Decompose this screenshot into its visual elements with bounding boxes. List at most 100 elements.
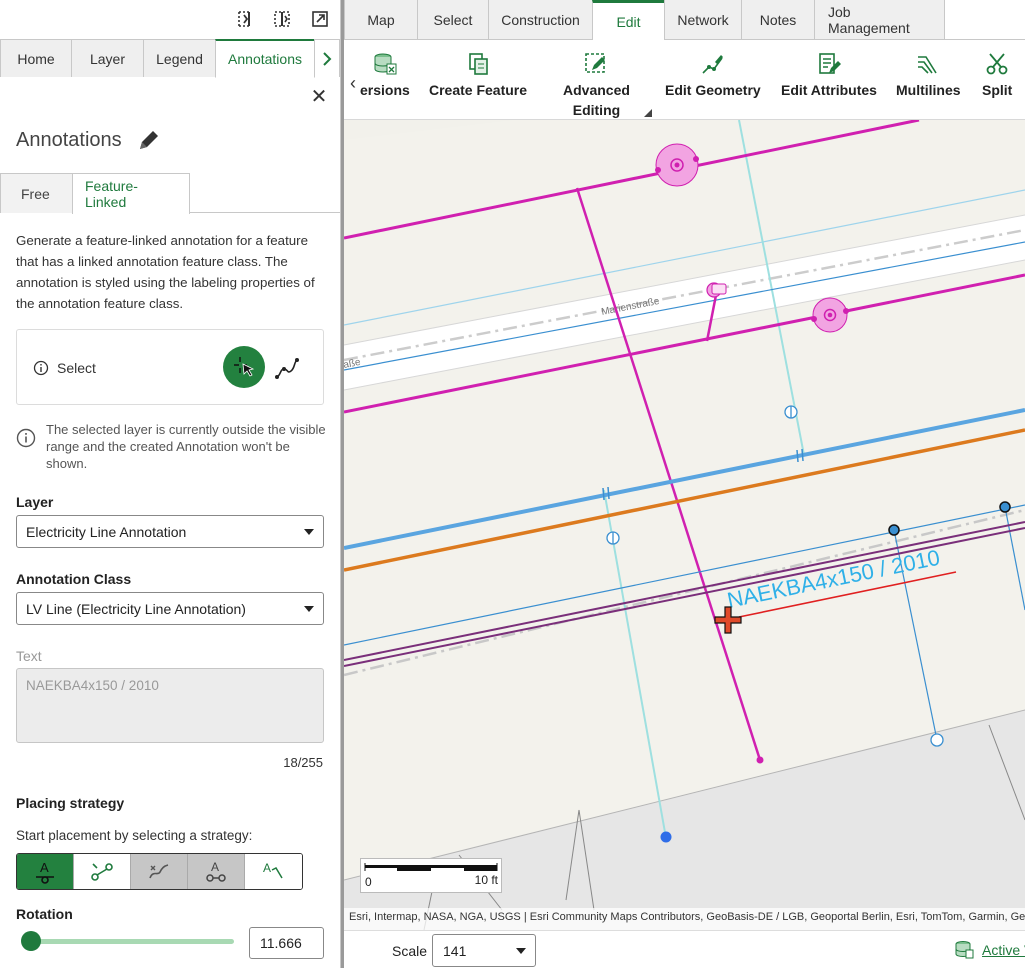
select-label: Select — [33, 360, 96, 376]
annotation-class-select[interactable]: LV Line (Electricity Line Annotation) — [16, 592, 324, 625]
multilines-button[interactable]: Multilines — [896, 50, 961, 100]
strategy-leader-button[interactable]: A — [245, 854, 302, 889]
follow-feature-icon: A — [206, 860, 226, 882]
status-bar: Scale 141 Active V — [344, 930, 1025, 968]
edit-geometry-label: Edit Geometry — [665, 82, 761, 98]
tab-label: Annotations — [228, 51, 302, 67]
edit-attributes-icon — [815, 50, 843, 78]
meter-symbol[interactable] — [930, 733, 944, 747]
scale-value: 141 — [443, 942, 467, 959]
layer-select[interactable]: Electricity Line Annotation — [16, 515, 324, 548]
tab-notes[interactable]: Notes — [741, 0, 815, 40]
pop-out-icon[interactable] — [308, 8, 332, 30]
tab-label: Layer — [89, 50, 126, 67]
svg-text:A: A — [263, 861, 271, 875]
tab-label: Job Management — [828, 3, 910, 36]
select-feature-button[interactable] — [223, 346, 265, 388]
tab-layer[interactable]: Layer — [71, 39, 144, 77]
scale-bar-start: 0 — [365, 875, 372, 889]
curved-text-icon — [149, 863, 169, 878]
text-on-point-icon: A — [36, 860, 54, 884]
strategy-two-point-button[interactable] — [74, 854, 131, 889]
tab-map[interactable]: Map — [344, 0, 418, 40]
warning-text: The selected layer is currently outside … — [46, 422, 326, 471]
annotation-mode-tabs: Free Feature-Linked — [0, 173, 341, 214]
tab-label: Network — [677, 11, 729, 28]
rotation-input[interactable]: 11.666 — [249, 927, 324, 959]
strategy-follow-button[interactable]: A — [188, 854, 245, 889]
tabs-next-button[interactable] — [314, 39, 340, 77]
trace-button[interactable] — [273, 354, 301, 382]
tab-label: Legend — [156, 50, 203, 67]
tab-free[interactable]: Free — [0, 173, 73, 213]
map-view[interactable]: Marienstraße aße NAEKBA4x150 / 2010 — [344, 120, 1025, 930]
split-label: Split — [982, 82, 1013, 98]
advanced-editing-label-1: Advanced — [563, 82, 630, 98]
rotation-slider-track[interactable] — [30, 939, 234, 944]
tab-home[interactable]: Home — [0, 39, 72, 77]
annotation-text-field[interactable]: NAEKBA4x150 / 2010 — [16, 668, 324, 743]
split-button[interactable]: Split — [982, 50, 1012, 100]
versions-label: ersions — [360, 82, 410, 98]
tab-legend[interactable]: Legend — [143, 39, 216, 77]
info-icon — [16, 428, 36, 448]
service-point[interactable] — [999, 501, 1011, 513]
scale-label: Scale — [392, 943, 428, 959]
pencil-icon[interactable] — [136, 127, 162, 153]
main-tabs: Map Select Construction Edit Network Not… — [344, 0, 1025, 41]
rotation-slider-thumb[interactable] — [21, 931, 41, 951]
ribbon-scroll-left-icon[interactable]: ‹ — [350, 73, 356, 94]
tab-feature-linked[interactable]: Feature-Linked — [72, 173, 190, 214]
annotation-class-label: Annotation Class — [16, 571, 132, 587]
service-point[interactable] — [888, 524, 900, 536]
dock-left-icon[interactable] — [232, 8, 256, 30]
strategy-curved-button[interactable] — [131, 854, 188, 889]
dialog-launcher-icon[interactable] — [643, 108, 653, 118]
active-version-link[interactable]: Active V — [954, 940, 1025, 960]
edit-attributes-button[interactable]: Edit Attributes — [781, 50, 877, 100]
two-point-icon — [91, 862, 113, 881]
layer-label: Layer — [16, 494, 54, 510]
tab-construction[interactable]: Construction — [488, 0, 593, 40]
tab-label: Notes — [759, 11, 797, 28]
description-text: Generate a feature-linked annotation for… — [16, 233, 315, 311]
substation-symbol[interactable] — [655, 143, 699, 187]
scissors-icon — [983, 50, 1011, 78]
multilines-icon — [914, 50, 942, 78]
map-attribution: Esri, Intermap, NASA, NGA, USGS | Esri C… — [344, 908, 1025, 930]
database-version-icon — [955, 941, 974, 959]
svg-text:A: A — [40, 860, 49, 875]
tab-label: Edit — [616, 13, 641, 30]
rotation-label: Rotation — [16, 906, 73, 922]
versions-button[interactable]: ersions — [360, 50, 410, 100]
edit-geometry-button[interactable]: Edit Geometry — [665, 50, 761, 100]
tab-select[interactable]: Select — [417, 0, 489, 40]
character-counter: 18/255 — [283, 755, 323, 770]
caret-down-icon — [304, 529, 314, 535]
tab-label: Home — [17, 50, 55, 67]
placing-strategy-label: Placing strategy — [16, 795, 125, 811]
edit-geometry-icon — [699, 50, 727, 78]
create-feature-button[interactable]: Create Feature — [429, 50, 527, 100]
tab-job-management[interactable]: Job Management — [814, 0, 945, 40]
split-view-icon[interactable] — [270, 8, 294, 30]
line-vertex — [756, 756, 764, 764]
tab-network[interactable]: Network — [664, 0, 742, 40]
tab-label: Free — [21, 185, 50, 202]
tab-annotations[interactable]: Annotations — [215, 39, 315, 78]
close-icon[interactable]: ✕ — [310, 87, 328, 107]
scale-select[interactable]: 141 — [432, 934, 536, 967]
advanced-editing-label-2: Editing — [572, 102, 621, 118]
tab-label: Select — [433, 11, 473, 28]
select-feature-box: Select — [16, 329, 324, 405]
scale-bar: 0 10 ft — [360, 858, 502, 893]
panel-tabs: Home Layer Legend Annotations — [0, 39, 341, 78]
multilines-label: Multilines — [896, 82, 961, 98]
strategy-horizontal-button[interactable]: A — [17, 854, 74, 889]
tab-label: Construction — [501, 11, 580, 28]
advanced-editing-button[interactable]: Advanced Editing — [563, 50, 630, 120]
svg-text:A: A — [211, 860, 219, 874]
tab-edit[interactable]: Edit — [592, 0, 665, 41]
connection-point[interactable] — [660, 831, 672, 843]
map-canvas[interactable]: Marienstraße aße NAEKBA4x150 / 2010 — [344, 120, 1025, 930]
